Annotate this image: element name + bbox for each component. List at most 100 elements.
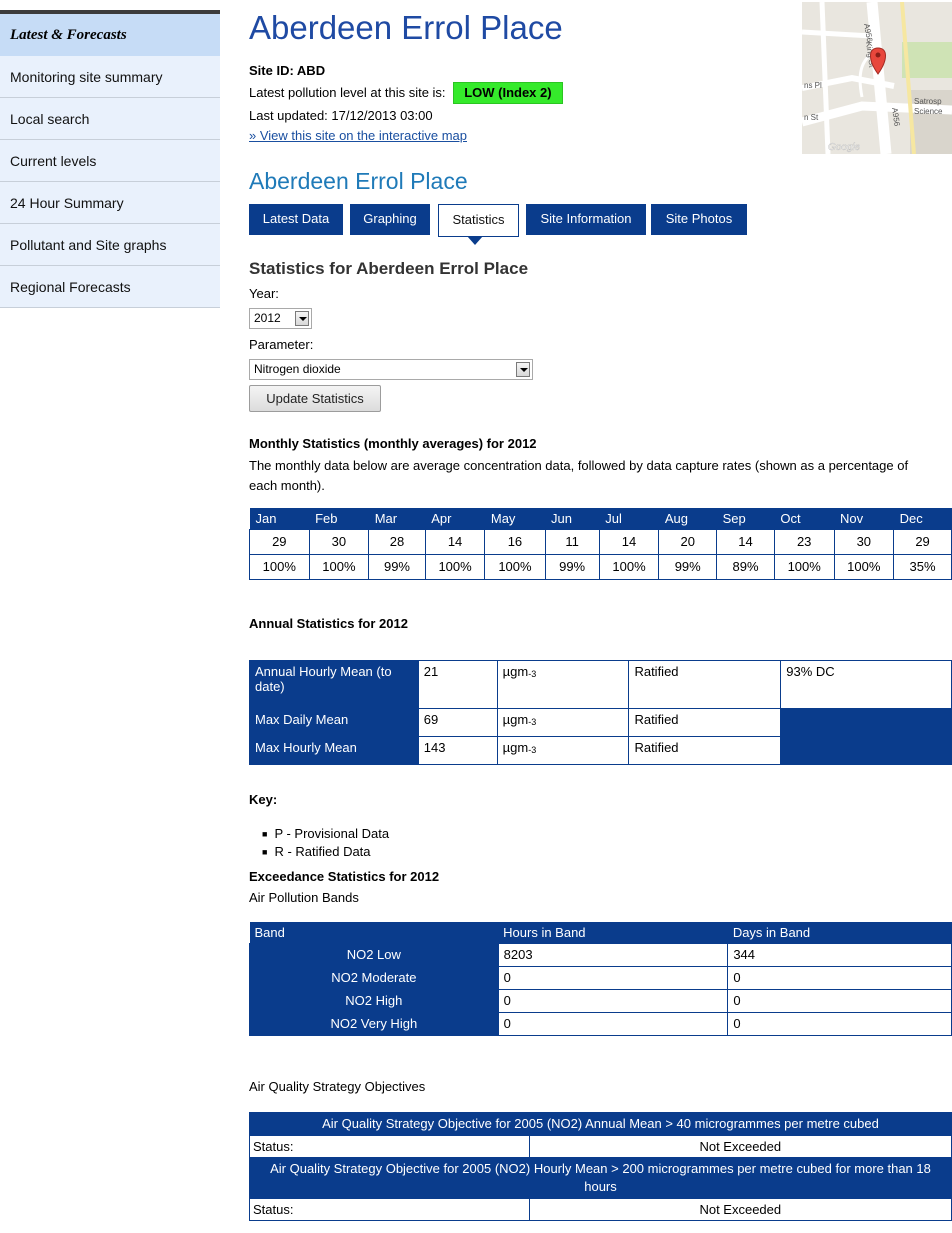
dropdown-arrow-icon [295,311,309,326]
site-subtitle: Aberdeen Errol Place [249,168,468,194]
annual-stats-title: Annual Statistics for 2012 [249,616,408,631]
monthly-average-cell: 16 [484,528,546,555]
sidebar-item-regional-forecasts[interactable]: Regional Forecasts [0,266,220,308]
monthly-average-cell: 14 [424,528,486,555]
pollution-level-badge: LOW (Index 2) [453,82,563,104]
annual-row-unit: µgm-3 [496,708,630,737]
monthly-capture-cell: 89% [716,553,775,580]
bands-subtitle: Air Pollution Bands [249,890,359,905]
objective-row: Air Quality Strategy Objective for 2005 … [249,1157,952,1199]
monthly-average-cell: 11 [544,528,600,555]
band-days: 0 [727,1011,952,1036]
band-hours: 0 [497,965,729,990]
last-updated: Last updated: 17/12/2013 03:00 [249,108,433,123]
month-header: Jul [599,508,659,529]
month-header: Jun [545,508,600,529]
unit-base: µgm [502,740,529,755]
objective-status-value: Not Exceeded [528,1198,952,1221]
month-header: Nov [834,508,894,529]
key-list: P - Provisional Data R - Ratified Data [262,825,389,861]
active-tab-arrow-icon [467,236,483,245]
monthly-header-row: Jan Feb Mar Apr May Jun Jul Aug Sep Oct … [249,508,952,529]
unit-exponent: -3 [528,669,537,679]
monthly-capture-cell: 99% [544,553,600,580]
objective-row: Air Quality Strategy Objective for 2005 … [249,1112,952,1136]
band-hours: 8203 [497,942,729,967]
band-hours: 0 [497,1011,729,1036]
statistics-title: Statistics for Aberdeen Errol Place [249,259,529,278]
band-hours: 0 [497,988,729,1013]
annual-blank-cell [780,708,952,765]
bands-header: Hours in Band [498,922,728,943]
objective-status-row: Status: Not Exceeded [249,1135,952,1158]
band-row: NO2 Low 8203 344 [249,942,952,967]
parameter-select-value: Nitrogen dioxide [254,362,341,376]
monthly-stats-title: Monthly Statistics (monthly averages) fo… [249,436,537,451]
sidebar-item-pollutant-site-graphs[interactable]: Pollutant and Site graphs [0,224,220,266]
monthly-capture-cell: 100% [424,553,486,580]
monthly-average-cell: 20 [658,528,718,555]
monthly-capture-cell: 100% [484,553,546,580]
sidebar-item-monitoring-site-summary[interactable]: Monitoring site summary [0,56,220,98]
band-row: NO2 High 0 0 [249,988,952,1013]
month-header: Oct [774,508,834,529]
tab-statistics[interactable]: Statistics [438,204,519,245]
month-header: Apr [425,508,485,529]
annual-data-capture: 93% DC [780,660,952,709]
monthly-average-cell: 29 [893,528,952,555]
month-header: Dec [893,508,952,529]
site-map-thumbnail[interactable]: A956 King St A956 ns Pl n St Satrosp Sci… [802,2,952,154]
month-header: Sep [716,508,775,529]
interactive-map-link[interactable]: » View this site on the interactive map [249,127,467,145]
key-item: P - Provisional Data [262,825,389,843]
map-label-satrosp: Satrosp [914,97,942,106]
monthly-average-cell: 23 [773,528,835,555]
annual-row-label: Max Daily Mean [249,708,419,737]
aqso-table: Air Quality Strategy Objective for 2005 … [249,1112,952,1221]
unit-base: µgm [502,712,529,727]
tab-site-photos[interactable]: Site Photos [651,204,747,235]
tab-latest-data[interactable]: Latest Data [249,204,343,235]
annual-row-status: Ratified [628,736,782,765]
sidebar-item-current-levels[interactable]: Current levels [0,140,220,182]
bands-header: Band [249,922,499,943]
monthly-average-cell: 29 [249,528,310,555]
band-name: NO2 Moderate [249,965,499,990]
objective-text: Air Quality Strategy Objective for 2005 … [249,1157,952,1199]
monthly-capture-cell: 100% [249,553,310,580]
pollution-bands-table: Band Hours in Band Days in Band NO2 Low … [249,922,952,1036]
band-row: NO2 Very High 0 0 [249,1011,952,1036]
site-id: Site ID: ABD [249,63,326,78]
objective-status-value: Not Exceeded [528,1135,952,1158]
map-graphic: A956 King St A956 ns Pl n St Satrosp Sci… [802,2,952,154]
key-item: R - Ratified Data [262,843,389,861]
annual-row-label: Annual Hourly Mean (to date) [249,660,419,709]
monthly-capture-cell: 100% [308,553,370,580]
objective-status-label: Status: [249,1135,530,1158]
month-header: Feb [309,508,369,529]
year-select[interactable]: 2012 [249,308,312,329]
annual-row-unit: µgm-3 [496,660,630,709]
exceedance-title: Exceedance Statistics for 2012 [249,869,440,884]
monthly-capture-cell: 100% [833,553,895,580]
pollution-level-line: Latest pollution level at this site is: … [249,82,563,104]
tab-graphing[interactable]: Graphing [350,204,430,235]
month-header: Jan [249,508,310,529]
tab-site-information[interactable]: Site Information [526,204,646,235]
bands-header-row: Band Hours in Band Days in Band [249,922,952,943]
unit-exponent: -3 [528,745,537,755]
monthly-capture-cell: 99% [658,553,718,580]
sidebar-item-local-search[interactable]: Local search [0,98,220,140]
parameter-select[interactable]: Nitrogen dioxide [249,359,533,380]
month-header: May [484,508,545,529]
sidebar-header: Latest & Forecasts [0,14,220,56]
map-label-ns-pl: ns Pl [804,81,822,90]
objective-text: Air Quality Strategy Objective for 2005 … [249,1112,952,1136]
band-name: NO2 Low [249,942,499,967]
sidebar-item-24-hour-summary[interactable]: 24 Hour Summary [0,182,220,224]
update-statistics-button[interactable]: Update Statistics [249,385,381,412]
annual-stats-table: Annual Hourly Mean (to date) 21 µgm-3 Ra… [249,660,952,765]
sidebar-nav: Latest & Forecasts Monitoring site summa… [0,10,220,308]
year-select-value: 2012 [254,311,281,325]
annual-row-value: 143 [417,736,498,765]
